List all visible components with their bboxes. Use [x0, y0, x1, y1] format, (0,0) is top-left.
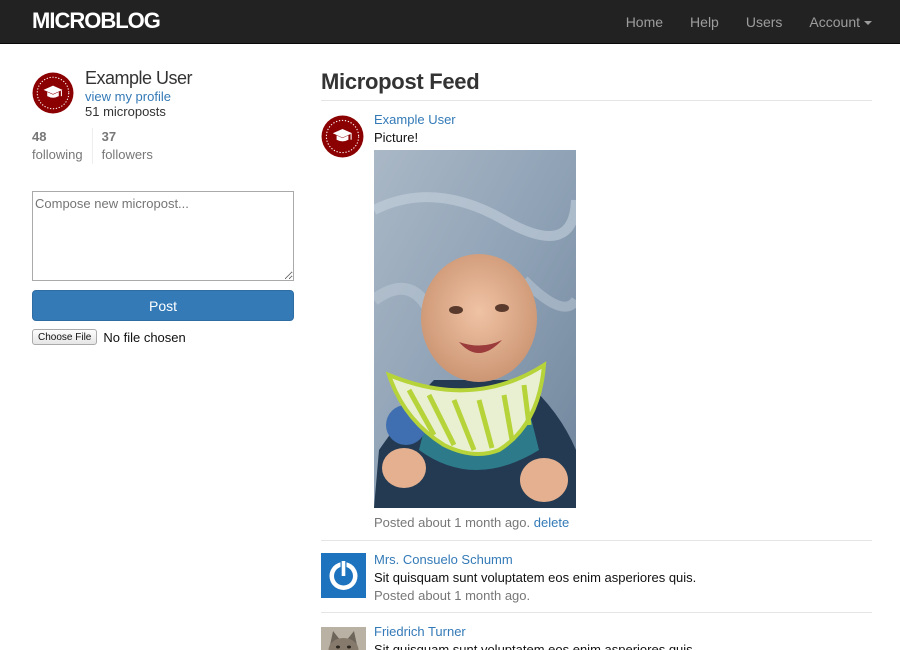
cat-avatar-photo[interactable]	[321, 627, 366, 650]
followers-label: followers	[101, 147, 153, 162]
graduation-cap-seal-icon[interactable]	[321, 115, 364, 158]
nav-users[interactable]: Users	[746, 14, 783, 30]
post-divider	[321, 540, 872, 541]
brand-logo[interactable]: MICROBLOG	[32, 8, 161, 34]
choose-file-button[interactable]: Choose File	[32, 329, 98, 345]
post-divider	[321, 612, 872, 613]
power-icon[interactable]	[321, 553, 366, 598]
user-name: Example User	[85, 68, 193, 88]
post-content: Picture!	[374, 130, 419, 145]
followers-stat[interactable]: 37 followers	[91, 128, 162, 164]
file-status: No file chosen	[103, 329, 186, 345]
following-stat[interactable]: 48 following	[32, 128, 92, 164]
feed-divider	[321, 100, 872, 101]
navbar: MICROBLOG Home Help Users Account	[0, 0, 900, 44]
post-user-link[interactable]: Mrs. Consuelo Schumm	[374, 552, 513, 567]
delete-post-link[interactable]: delete	[534, 515, 569, 530]
micropost-count: 51 microposts	[85, 104, 166, 119]
nav-links: Home Help Users Account	[599, 0, 872, 44]
nav-help[interactable]: Help	[690, 14, 719, 30]
view-profile-link[interactable]: view my profile	[85, 89, 171, 104]
post-content: Sit quisquam sunt voluptatem eos enim as…	[374, 642, 697, 650]
timestamp-text: Posted about 1 month ago.	[374, 515, 531, 530]
compose-micropost-input[interactable]	[32, 191, 294, 281]
post-user-link[interactable]: Example User	[374, 112, 456, 127]
graduation-cap-seal-icon[interactable]	[32, 72, 74, 114]
post-button[interactable]: Post	[32, 290, 294, 321]
nav-home[interactable]: Home	[626, 14, 663, 30]
post-timestamp: Posted about 1 month ago. delete	[374, 515, 569, 530]
followers-count: 37	[101, 129, 117, 144]
follow-stats: 48 following 37 followers	[32, 128, 162, 164]
nav-account-label: Account	[809, 14, 860, 30]
following-count: 48	[32, 129, 47, 144]
post-photo-baby	[374, 150, 576, 508]
feed-title: Micropost Feed	[321, 69, 480, 94]
nav-account-dropdown[interactable]: Account	[809, 14, 872, 30]
post-content: Sit quisquam sunt voluptatem eos enim as…	[374, 570, 697, 585]
post-user-link[interactable]: Friedrich Turner	[374, 624, 466, 639]
post-timestamp: Posted about 1 month ago.	[374, 588, 531, 603]
following-label: following	[32, 147, 83, 162]
caret-down-icon	[864, 21, 872, 26]
file-upload: Choose File No file chosen	[32, 329, 186, 345]
